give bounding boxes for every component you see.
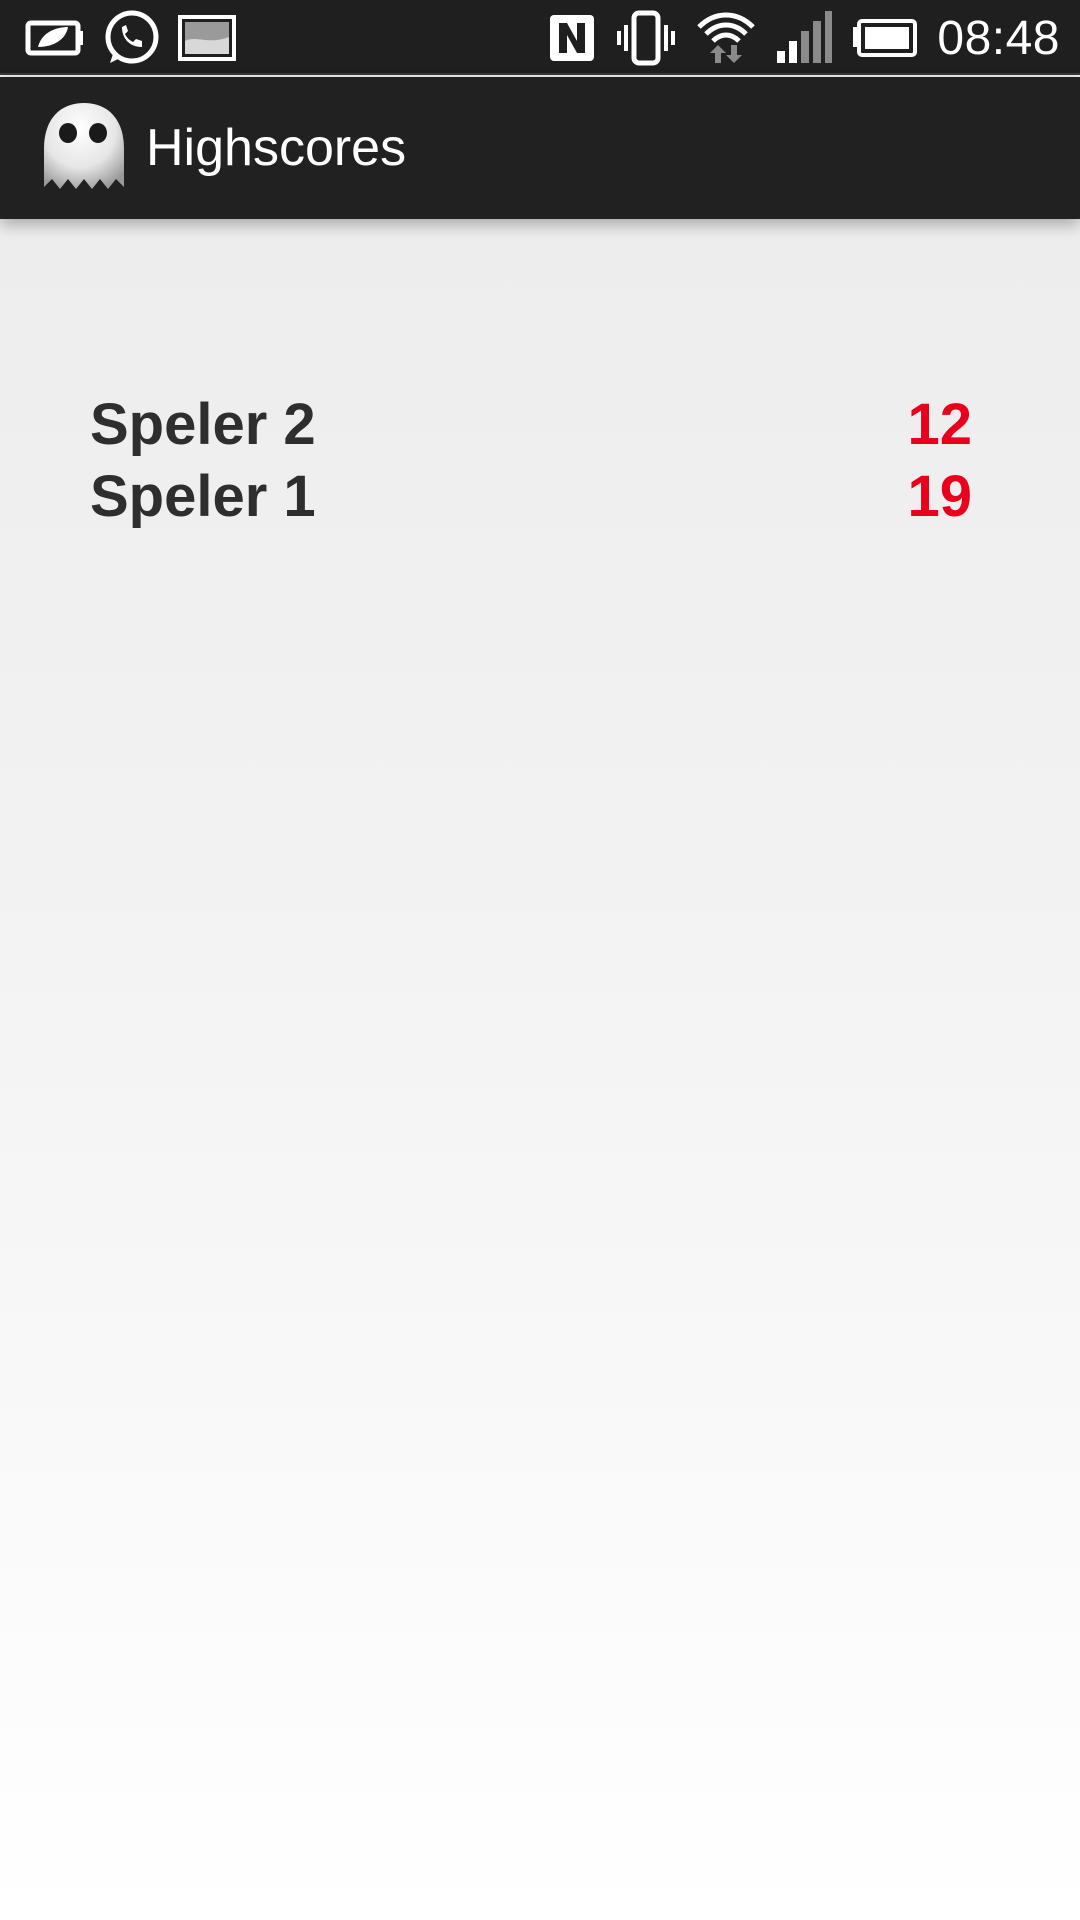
player-score: 12 <box>907 391 972 457</box>
highscore-list: Speler 2 12 Speler 1 19 <box>90 388 972 532</box>
whatsapp-icon <box>100 7 162 69</box>
player-name: Speler 2 <box>90 391 316 457</box>
list-item: Speler 2 12 <box>90 388 972 460</box>
status-bar: 08:48 <box>0 0 1080 75</box>
player-name: Speler 1 <box>90 463 316 529</box>
page-title: Highscores <box>146 119 407 177</box>
ghost-app-icon[interactable] <box>38 99 130 195</box>
status-bar-notifications <box>24 8 238 68</box>
nfc-icon <box>547 7 597 69</box>
gallery-notification-icon <box>176 7 238 69</box>
vibrate-icon <box>615 7 677 69</box>
clock: 08:48 <box>937 11 1060 65</box>
battery-icon <box>851 7 919 69</box>
signal-icon <box>775 7 833 69</box>
wifi-icon <box>695 7 757 69</box>
power-saver-icon <box>24 7 86 69</box>
player-score: 19 <box>907 463 972 529</box>
action-bar: Highscores <box>0 77 1080 219</box>
status-bar-system: 08:48 <box>547 8 1060 68</box>
list-item: Speler 1 19 <box>90 460 972 532</box>
